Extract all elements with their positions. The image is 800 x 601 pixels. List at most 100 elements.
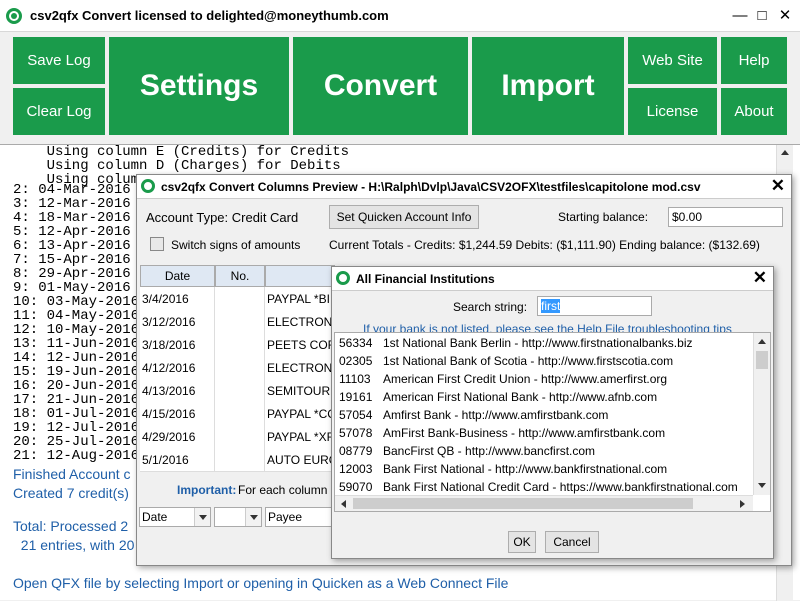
institution-name: Bank First National Credit Card - https:… bbox=[383, 480, 738, 494]
preview-title: csv2qfx Convert Columns Preview - H:\Ral… bbox=[161, 180, 701, 194]
list-item[interactable]: 59070 Bank First National Credit Card - h… bbox=[339, 478, 738, 496]
settings-button[interactable]: Settings bbox=[109, 37, 289, 135]
table-cell-date[interactable]: 4/12/2016 bbox=[140, 356, 215, 380]
column-header-date[interactable]: Date bbox=[140, 265, 215, 287]
clear-log-button[interactable]: Clear Log bbox=[13, 88, 105, 135]
table-cell-date[interactable]: 3/4/2016 bbox=[140, 287, 215, 311]
scroll-thumb[interactable] bbox=[756, 351, 768, 369]
table-cell-no[interactable] bbox=[215, 287, 265, 311]
table-cell-payee[interactable]: ELECTRON bbox=[265, 356, 335, 380]
important-text: For each column bbox=[238, 483, 328, 497]
ok-button[interactable]: OK bbox=[508, 531, 536, 553]
list-item[interactable]: 56334 1st National Bank Berlin - http://w… bbox=[339, 334, 692, 352]
log-entries-text: 21 entries, with 20 bbox=[13, 537, 135, 553]
institution-list[interactable]: 56334 1st National Bank Berlin - http://w… bbox=[334, 332, 771, 512]
column-mapping-no-select[interactable] bbox=[214, 507, 262, 527]
scroll-left-icon[interactable] bbox=[341, 500, 346, 508]
list-item[interactable]: 11103 American First Credit Union - http:… bbox=[339, 370, 667, 388]
table-cell-payee[interactable]: SEMITOUR bbox=[265, 379, 335, 403]
about-button[interactable]: About bbox=[721, 88, 787, 135]
list-item[interactable]: 57078 AmFirst Bank-Business - http://www.… bbox=[339, 424, 665, 442]
log-line: 19: 12-Jul-2016 bbox=[13, 420, 140, 436]
table-cell-no[interactable] bbox=[215, 356, 265, 380]
institution-name: Bank First National - http://www.bankfir… bbox=[383, 462, 668, 476]
institution-id: 59070 bbox=[339, 480, 373, 494]
log-line: 18: 01-Jul-2016 bbox=[13, 406, 140, 422]
table-cell-payee[interactable]: PAYPAL *BI bbox=[265, 287, 335, 311]
import-button[interactable]: Import bbox=[472, 37, 624, 135]
app-logo-icon bbox=[6, 8, 22, 24]
log-line: 10: 03-May-2016 bbox=[13, 294, 140, 310]
institution-list-hscroll[interactable] bbox=[335, 495, 753, 511]
log-line: 16: 20-Jun-2016 bbox=[13, 378, 140, 394]
convert-button[interactable]: Convert bbox=[293, 37, 468, 135]
log-line: 8: 29-Apr-2016 bbox=[13, 266, 131, 282]
column-mapping-payee-select[interactable]: Payee bbox=[265, 507, 333, 527]
app-logo-icon bbox=[336, 271, 350, 285]
log-total-text: Total: Processed 2 bbox=[13, 518, 129, 534]
log-line: 12: 10-May-2016 bbox=[13, 322, 140, 338]
table-cell-no[interactable] bbox=[215, 448, 265, 472]
table-cell-payee[interactable]: PAYPAL *CC bbox=[265, 402, 335, 426]
maximize-button[interactable]: □ bbox=[752, 6, 772, 26]
log-line: 20: 25-Jul-2016 bbox=[13, 434, 140, 450]
institution-list-vscroll[interactable] bbox=[753, 333, 770, 495]
table-cell-date[interactable]: 4/13/2016 bbox=[140, 379, 215, 403]
list-item[interactable]: 19161 American First National Bank - http… bbox=[339, 388, 657, 406]
table-cell-no[interactable] bbox=[215, 425, 265, 449]
scroll-thumb[interactable] bbox=[353, 498, 693, 509]
column-header-no[interactable]: No. bbox=[215, 265, 265, 287]
log-open-qfx-text: Open QFX file by selecting Import or ope… bbox=[13, 575, 509, 591]
help-button[interactable]: Help bbox=[721, 37, 787, 84]
table-cell-date[interactable]: 4/29/2016 bbox=[140, 425, 215, 449]
institution-name: 1st National Bank of Scotia - http://www… bbox=[383, 354, 674, 368]
table-cell-payee[interactable]: AUTO EURO bbox=[265, 448, 335, 472]
table-cell-payee[interactable]: PAYPAL *XF bbox=[265, 425, 335, 449]
fi-close-button[interactable]: ✕ bbox=[753, 268, 767, 288]
institution-name: American First National Bank - http://ww… bbox=[383, 390, 658, 404]
table-cell-no[interactable] bbox=[215, 333, 265, 357]
switch-signs-checkbox[interactable] bbox=[150, 237, 164, 251]
list-item[interactable]: 12003 Bank First National - http://www.ba… bbox=[339, 460, 667, 478]
log-line: Using column E (Credits) for Credits bbox=[13, 144, 350, 160]
list-item[interactable]: 57054 Amfirst Bank - http://www.amfirstba… bbox=[339, 406, 608, 424]
close-button[interactable]: ✕ bbox=[775, 6, 795, 26]
table-cell-date[interactable]: 5/1/2016 bbox=[140, 448, 215, 472]
log-finished-text: Finished Account c bbox=[13, 466, 131, 482]
table-cell-no[interactable] bbox=[215, 379, 265, 403]
table-cell-date[interactable]: 4/15/2016 bbox=[140, 402, 215, 426]
chevron-down-icon[interactable] bbox=[194, 508, 210, 526]
starting-balance-field[interactable]: $0.00 bbox=[668, 207, 783, 227]
license-button[interactable]: License bbox=[628, 88, 717, 135]
table-cell-no[interactable] bbox=[215, 402, 265, 426]
save-log-button[interactable]: Save Log bbox=[13, 37, 105, 84]
column-mapping-date-select[interactable]: Date bbox=[139, 507, 211, 527]
mapping-value: Date bbox=[142, 510, 168, 524]
table-cell-date[interactable]: 3/12/2016 bbox=[140, 310, 215, 334]
table-cell-payee[interactable]: ELECTRON bbox=[265, 310, 335, 334]
set-quicken-account-button[interactable]: Set Quicken Account Info bbox=[329, 205, 479, 229]
cancel-button[interactable]: Cancel bbox=[545, 531, 599, 553]
preview-close-button[interactable]: ✕ bbox=[771, 176, 785, 196]
scroll-down-icon[interactable] bbox=[758, 483, 766, 488]
list-item[interactable]: 08779 BancFirst QB - http://www.bancfirst… bbox=[339, 442, 595, 460]
chevron-down-icon[interactable] bbox=[245, 508, 261, 526]
minimize-button[interactable]: — bbox=[730, 6, 750, 26]
title-bar: csv2qfx Convert licensed to delighted@mo… bbox=[0, 0, 800, 32]
log-line: 15: 19-Jun-2016 bbox=[13, 364, 140, 380]
log-line: 21: 12-Aug-2016 bbox=[13, 448, 140, 464]
table-cell-date[interactable]: 3/18/2016 bbox=[140, 333, 215, 357]
scroll-up-icon[interactable] bbox=[758, 339, 766, 344]
web-site-button[interactable]: Web Site bbox=[628, 37, 717, 84]
scroll-right-icon[interactable] bbox=[740, 500, 745, 508]
institution-id: 19161 bbox=[339, 390, 373, 404]
toolbar: Save Log Clear Log Settings Convert Impo… bbox=[0, 32, 800, 144]
search-input[interactable]: first bbox=[537, 296, 652, 316]
column-header-payee[interactable] bbox=[265, 265, 335, 287]
log-line: 6: 13-Apr-2016 bbox=[13, 238, 131, 254]
list-item[interactable]: 02305 1st National Bank of Scotia - http:… bbox=[339, 352, 673, 370]
table-cell-no[interactable] bbox=[215, 310, 265, 334]
fi-title: All Financial Institutions bbox=[356, 272, 495, 286]
scroll-up-icon[interactable] bbox=[777, 145, 793, 161]
table-cell-payee[interactable]: PEETS COF bbox=[265, 333, 335, 357]
